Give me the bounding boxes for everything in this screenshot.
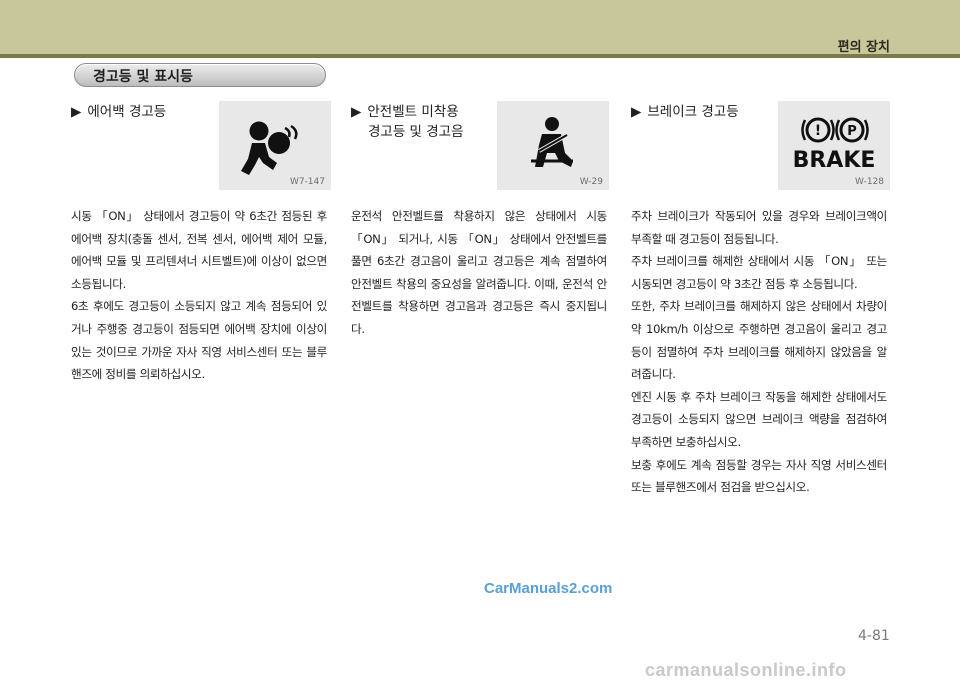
paragraph: 주차 브레이크를 해제한 상태에서 시동 「ON」 또는 시동되면 경고등이 약… bbox=[631, 254, 887, 291]
triangle-bullet-icon: ▶ bbox=[631, 104, 642, 120]
paragraph: 시동 「ON」 상태에서 경고등이 약 6초간 점등된 후 에어백 장치(충돌 … bbox=[71, 209, 327, 291]
paragraph: 주차 브레이크가 작동되어 있을 경우와 브레이크액이 부족할 때 경고등이 점… bbox=[631, 209, 887, 246]
triangle-bullet-icon: ▶ bbox=[351, 104, 362, 120]
svg-text:BRAKE: BRAKE bbox=[793, 148, 876, 173]
airbag-icon-code: W7-147 bbox=[289, 177, 325, 187]
header-bar bbox=[0, 0, 960, 54]
watermark-link[interactable]: CarManuals2.com bbox=[484, 580, 612, 597]
paragraph: 운전석 안전벨트를 착용하지 않은 상태에서 시동 「ON」 되거나, 시동 「… bbox=[351, 209, 607, 336]
paragraph: 또한, 주차 브레이크를 해제하지 않은 상태에서 차량이 약 10km/h 이… bbox=[631, 299, 887, 382]
airbag-description: 시동 「ON」 상태에서 경고등이 약 6초간 점등된 후 에어백 장치(충돌 … bbox=[71, 205, 327, 386]
airbag-heading: ▶ 에어백 경고등 bbox=[71, 104, 167, 120]
seatbelt-heading: ▶ 안전벨트 미착용 경고등 및 경고음 bbox=[351, 104, 464, 140]
page-title: 편의 장치 bbox=[837, 40, 890, 55]
section-title-pill: 경고등 및 표시등 bbox=[74, 63, 326, 87]
header-divider bbox=[0, 54, 960, 58]
brake-description: 주차 브레이크가 작동되어 있을 경우와 브레이크액이 부족할 때 경고등이 점… bbox=[631, 205, 887, 499]
seatbelt-icon-code: W-29 bbox=[579, 177, 603, 187]
section-title: 경고등 및 표시등 bbox=[93, 69, 193, 85]
paragraph: 6초 후에도 경고등이 소등되지 않고 계속 점등되어 있거나 주행중 경고등이… bbox=[71, 299, 327, 382]
svg-text:!: ! bbox=[815, 123, 821, 139]
svg-text:P: P bbox=[847, 124, 857, 139]
paragraph: 엔진 시동 후 주차 브레이크 작동을 해제한 상태에서도 경고등이 소등되지 … bbox=[631, 389, 887, 449]
seatbelt-icon-box: W-29 bbox=[497, 101, 609, 190]
brake-heading: ▶ 브레이크 경고등 bbox=[631, 104, 739, 120]
seatbelt-description: 운전석 안전벨트를 착용하지 않은 상태에서 시동 「ON」 되거나, 시동 「… bbox=[351, 205, 607, 341]
footer-watermark: carmanualsonline.info bbox=[645, 660, 847, 680]
paragraph: 보충 후에도 계속 점등할 경우는 자사 직영 서비스센터 또는 블루핸즈에서 … bbox=[631, 457, 887, 495]
page-number: 4-81 bbox=[858, 628, 890, 644]
brake-icon-code: W-128 bbox=[855, 177, 884, 187]
airbag-icon-box: W7-147 bbox=[219, 101, 331, 190]
brake-icon-box: ! P BRAKE W-128 bbox=[778, 101, 890, 190]
triangle-bullet-icon: ▶ bbox=[71, 104, 82, 120]
